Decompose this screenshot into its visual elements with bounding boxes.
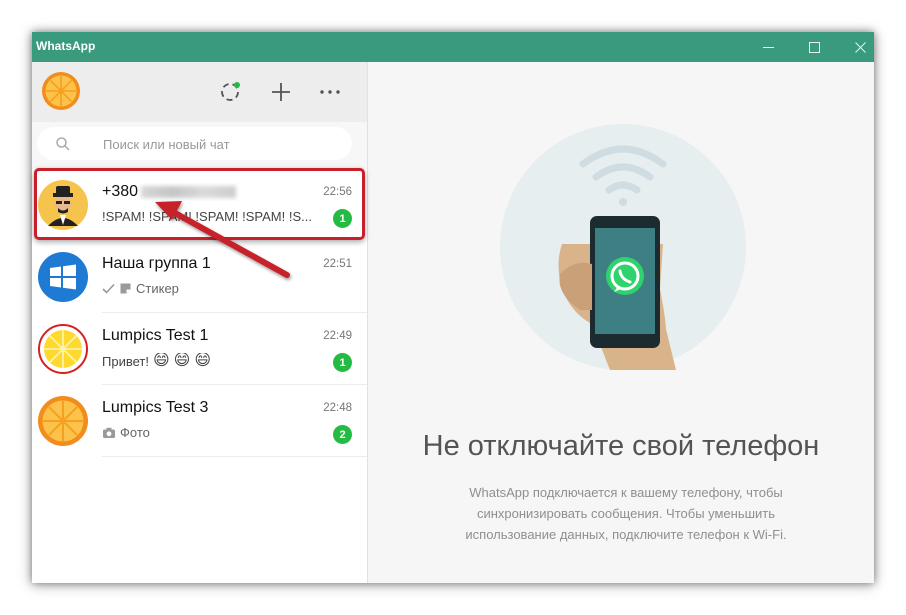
profile-avatar[interactable] [42, 72, 80, 110]
windows-logo-avatar [38, 252, 88, 302]
chat-preview-text: Стикер [136, 281, 179, 296]
chat-name: Lumpics Test 3 [102, 399, 209, 416]
maximize-icon [808, 41, 820, 53]
search-icon [56, 137, 70, 151]
sticker-icon [120, 283, 131, 294]
title-bar[interactable]: WhatsApp [32, 32, 874, 62]
sidebar-header [32, 62, 367, 122]
chat-name: Наша группа 1 [102, 255, 211, 272]
chat-time: 22:48 [323, 402, 352, 414]
chat-time: 22:51 [323, 258, 352, 270]
new-chat-button[interactable] [267, 78, 295, 106]
chat-item-group[interactable]: Наша группа 1 22:51 Стикер [32, 241, 367, 313]
highlight-frame [34, 168, 365, 240]
lemon-avatar [38, 324, 88, 374]
orange-avatar-icon [42, 72, 80, 110]
chat-sidebar: +380 22:56 !SPAM! !SPAM! !SPAM! !SPAM! !… [32, 62, 368, 583]
chat-preview-text: Фото [120, 425, 150, 440]
chat-item-lumpics-3[interactable]: Lumpics Test 3 22:48 Фото 2 [32, 385, 367, 457]
search-input[interactable] [101, 127, 345, 162]
intro-title: Не отключайте свой телефон [422, 430, 820, 462]
lemon-avatar-icon [38, 324, 88, 374]
chat-preview: Привет! 😄 😄 😄 [102, 353, 322, 369]
search-box[interactable] [37, 127, 352, 162]
windows-logo-icon [38, 252, 88, 302]
row-divider [102, 456, 367, 457]
status-button[interactable] [216, 78, 244, 106]
grinning-emoji: 😄 [194, 353, 212, 369]
orange-avatar-icon [38, 396, 88, 446]
plus-icon [272, 83, 290, 101]
app-title: WhatsApp [36, 39, 96, 53]
chat-preview: Стикер [102, 281, 322, 296]
more-icon [320, 90, 340, 94]
status-icon [221, 82, 240, 101]
unread-badge: 2 [333, 425, 352, 444]
chat-preview: Фото [102, 425, 322, 440]
unread-badge: 1 [333, 353, 352, 372]
close-button[interactable] [837, 32, 883, 62]
menu-button[interactable] [316, 78, 344, 106]
chat-item-lumpics-1[interactable]: Lumpics Test 1 22:49 Привет! 😄 😄 😄 1 [32, 313, 367, 385]
maximize-button[interactable] [791, 32, 837, 62]
search-bar [32, 122, 367, 169]
chat-time: 22:49 [323, 330, 352, 342]
chat-name: Lumpics Test 1 [102, 327, 209, 344]
intro-description: WhatsApp подключается к вашему телефону,… [465, 485, 787, 542]
grinning-emoji: 😄 [173, 353, 191, 369]
minimize-icon [762, 46, 774, 48]
phone-connection-illustration [500, 124, 746, 370]
orange-avatar [38, 396, 88, 446]
close-icon [854, 41, 866, 53]
intro-panel: Не отключайте свой телефон WhatsApp подк… [368, 62, 874, 583]
camera-icon [103, 427, 115, 438]
chat-preview-text: Привет! [102, 353, 149, 369]
whatsapp-window: WhatsApp Поиск или новый чат +380 22:56 … [32, 32, 874, 583]
grinning-emoji: 😄 [152, 353, 170, 369]
check-icon [102, 283, 115, 294]
minimize-button[interactable] [745, 32, 791, 62]
